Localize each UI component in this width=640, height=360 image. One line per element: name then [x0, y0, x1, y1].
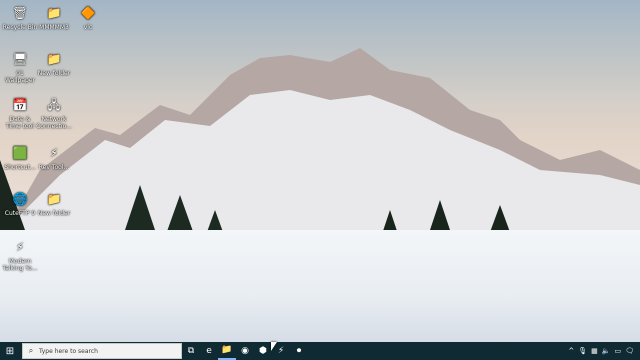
- file-explorer-icon[interactable]: 📁: [218, 342, 236, 360]
- notifications-icon[interactable]: 🗨: [625, 347, 634, 355]
- volume-icon[interactable]: 🔈: [602, 347, 611, 355]
- desktop-icon-label: New folder: [37, 210, 71, 217]
- recycle-bin-icon[interactable]: 🗑 Recycle Bin: [2, 4, 38, 32]
- vlc-icon[interactable]: 🔶 vlc: [70, 4, 106, 32]
- desktop-icon-label: 01 Wallpaper: [4, 70, 35, 84]
- task-view-icon[interactable]: ⧉: [182, 342, 200, 360]
- taskbar: ⊞ ⌕ Type here to search ⧉ e 📁 ◉ ⬢ ⚡ ⏺ ^ …: [0, 342, 640, 360]
- pinned-app-1-icon[interactable]: ⬢: [254, 342, 272, 360]
- network-icon[interactable]: ▦: [591, 347, 598, 355]
- app-icon: 🟩: [12, 145, 28, 160]
- bolt-icon: ⚡: [49, 145, 59, 160]
- date-time-tool-icon[interactable]: 📅 Date & Time tool: [2, 96, 38, 131]
- microphone-icon[interactable]: 🎙: [578, 347, 587, 355]
- network-icon: 🖧: [47, 97, 61, 112]
- folder-icon: 📁: [46, 191, 62, 206]
- desktop-icon-label: Network Connectio...: [36, 116, 72, 130]
- search-icon: ⌕: [28, 346, 34, 355]
- mouse-cursor: [271, 342, 277, 351]
- search-placeholder: Type here to search: [39, 347, 98, 355]
- edge-icon[interactable]: e: [200, 342, 218, 360]
- new-folder-2-icon[interactable]: 📁 New folder: [36, 190, 72, 218]
- system-tray: ^ 🎙 ▦ 🔈 ▭ 🗨: [568, 347, 640, 355]
- wallpaper-folder-icon[interactable]: 🖥 01 Wallpaper: [2, 50, 38, 85]
- new-folder-icon[interactable]: 📁 New folder: [36, 50, 72, 78]
- chrome-icon[interactable]: ◉: [236, 342, 254, 360]
- calendar-icon: 📅: [12, 97, 28, 112]
- folder-icon: 📁: [46, 5, 62, 20]
- network-connections-icon[interactable]: 🖧 Network Connectio...: [36, 96, 72, 131]
- desktop-icon-label: Shortcut...: [4, 164, 36, 171]
- desktop[interactable]: 🗑 Recycle Bin 📁 MMMMM3 🔶 vlc 🖥 01 Wallpa…: [0, 0, 640, 342]
- globe-icon: 🌐: [12, 191, 28, 206]
- pinned-app-3-icon[interactable]: ⏺: [290, 342, 308, 360]
- desktop-icon-label: Date & Time tool: [6, 116, 34, 130]
- bolt-icon: ⚡: [15, 239, 25, 254]
- desktop-icon-label: Rev Tool...: [38, 164, 70, 171]
- folder-icon: 📁: [46, 51, 62, 66]
- desktop-icon-label: vlc: [83, 24, 93, 31]
- desktop-icon-label: CuteFTP 9: [4, 210, 36, 217]
- chevron-up-icon[interactable]: ^: [568, 347, 574, 355]
- start-button[interactable]: ⊞: [0, 342, 20, 360]
- battery-icon[interactable]: ▭: [614, 347, 621, 355]
- desktop-icon-label: Recycle Bin: [2, 24, 38, 31]
- modern-talking-icon[interactable]: ⚡ Modern Talking Yo...: [2, 238, 38, 273]
- desktop-icon-label: MMMMM3: [39, 24, 69, 31]
- shortcut-app-icon[interactable]: 🟩 Shortcut...: [2, 144, 38, 172]
- recycle-bin-icon: 🗑: [12, 5, 28, 20]
- folder-icon[interactable]: 📁 MMMMM3: [36, 4, 72, 32]
- search-box[interactable]: ⌕ Type here to search: [22, 343, 182, 359]
- rev-tool-icon[interactable]: ⚡ Rev Tool...: [36, 144, 72, 172]
- snow-foreground: [0, 230, 640, 342]
- cuteftp-icon[interactable]: 🌐 CuteFTP 9: [2, 190, 38, 218]
- desktop-icon-label: New folder: [37, 70, 71, 77]
- vlc-icon: 🔶: [80, 5, 96, 20]
- monitor-icon: 🖥: [12, 51, 28, 66]
- desktop-icon-label: Modern Talking Yo...: [2, 258, 38, 272]
